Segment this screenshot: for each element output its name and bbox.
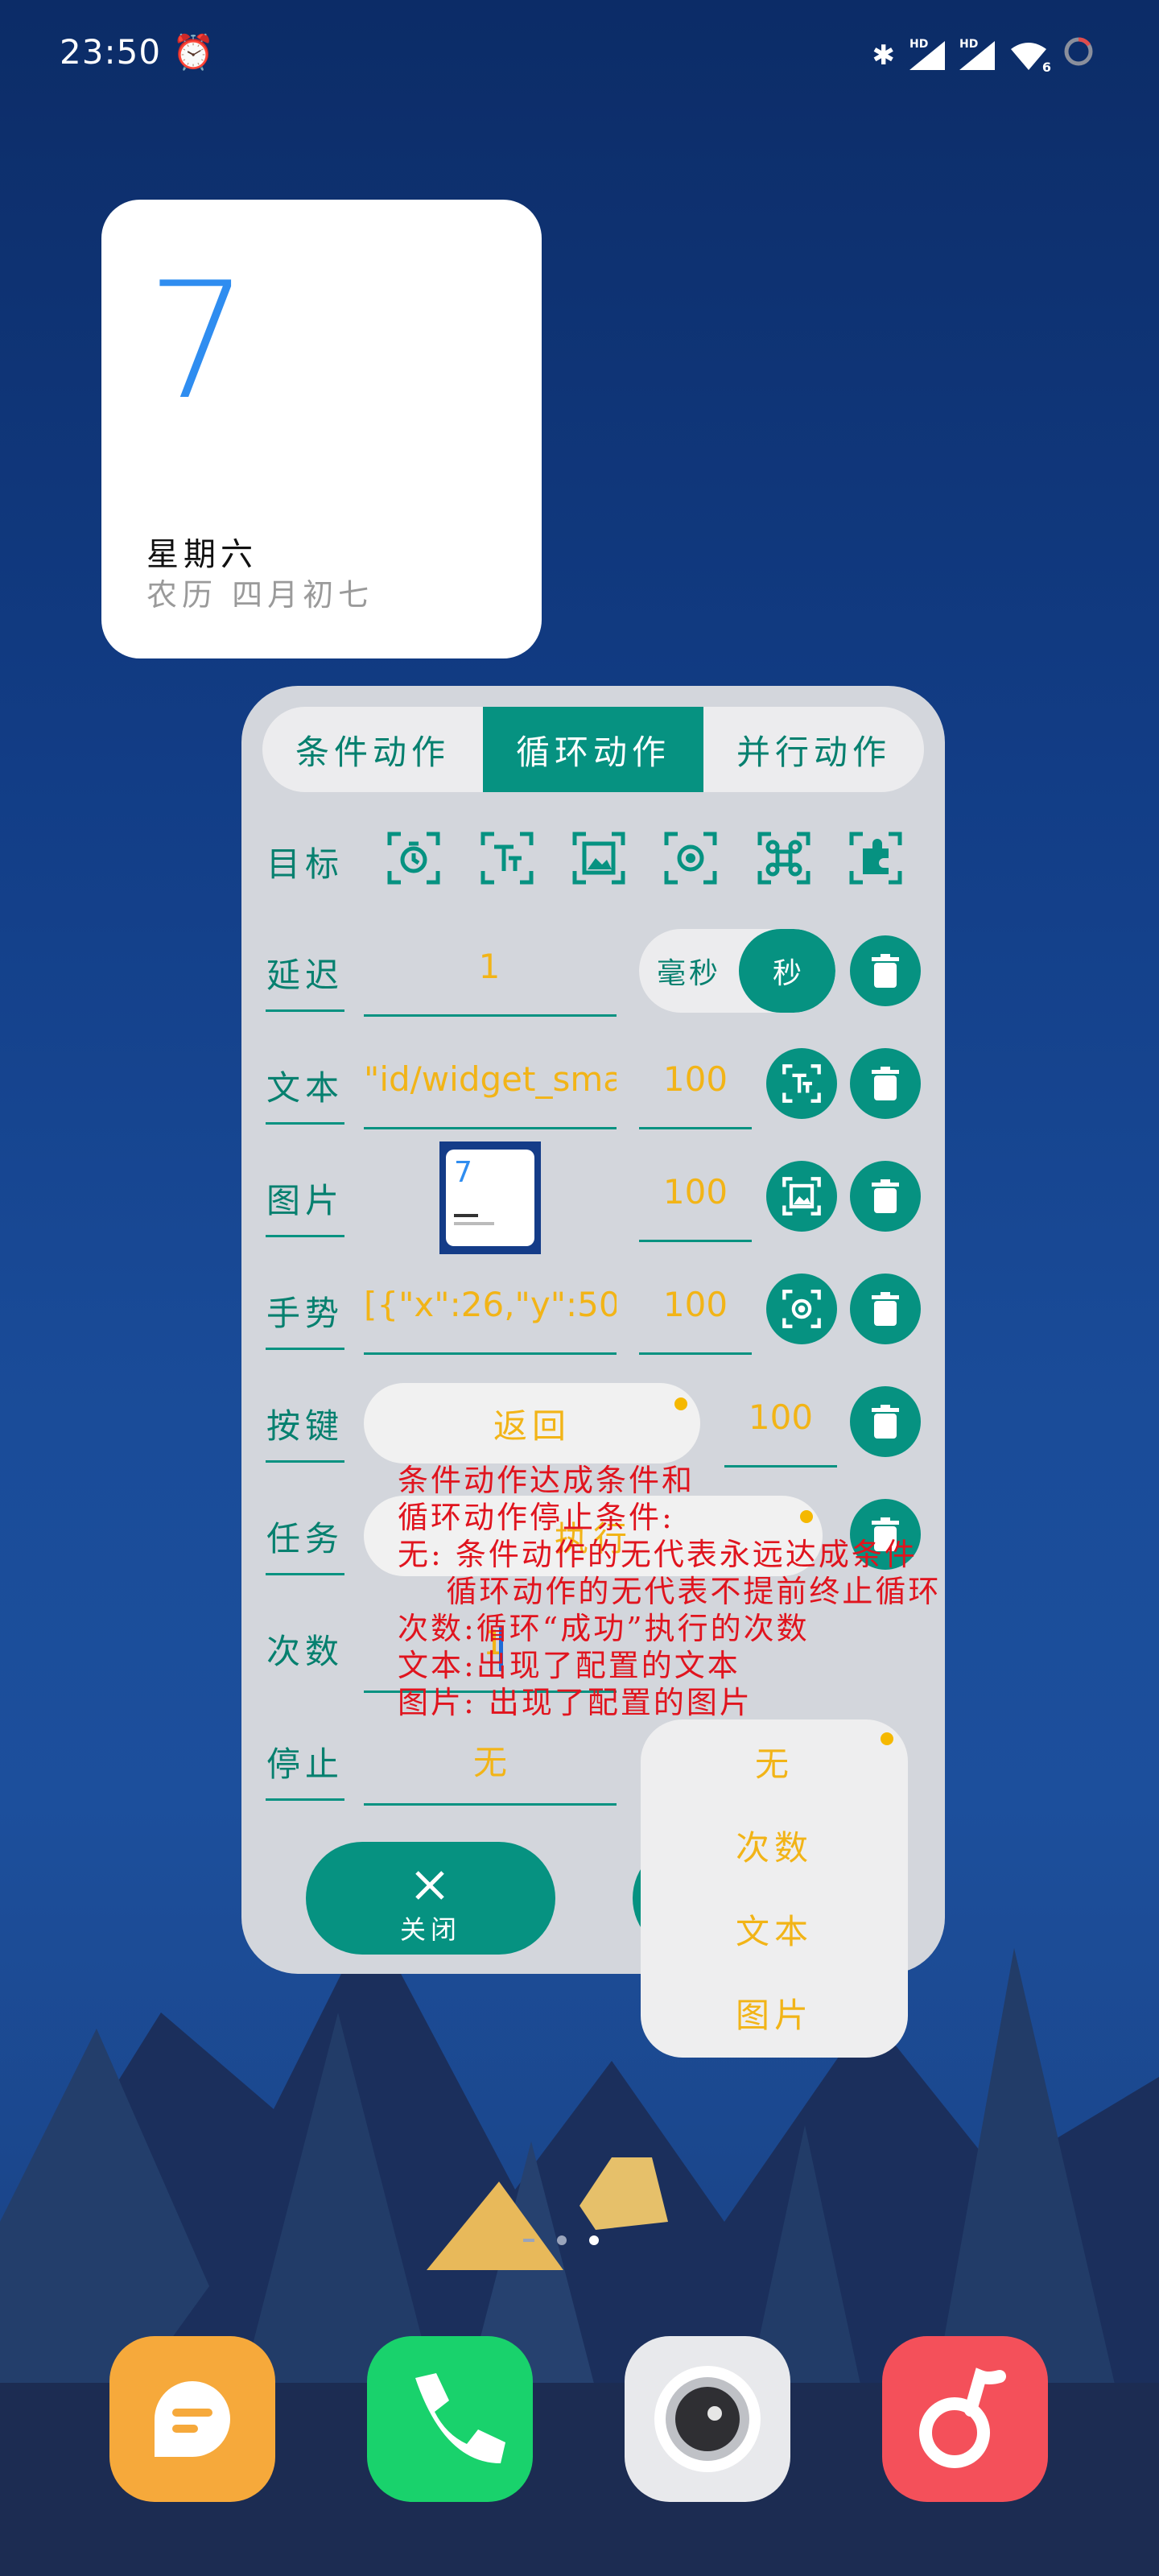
key-select-indicator: [674, 1397, 687, 1410]
dropdown-option-count[interactable]: 次数: [641, 1821, 908, 1870]
calendar-lunar: 农历 四月初七: [146, 577, 374, 613]
signal-icon-2: HD: [959, 38, 995, 70]
unit-ms-option[interactable]: 毫秒: [639, 929, 739, 1013]
trash-icon: [872, 1067, 899, 1100]
delay-delete-button[interactable]: [850, 935, 921, 1006]
tab-loop-action[interactable]: 循环动作: [483, 707, 703, 792]
key-select[interactable]: 返回: [364, 1383, 700, 1463]
phone-app-icon[interactable]: [367, 2336, 533, 2502]
image-capture-button[interactable]: [766, 1161, 837, 1232]
battery-icon: [1062, 35, 1095, 75]
trash-icon: [872, 954, 899, 988]
stop-dropdown: 无 次数 文本 图片: [641, 1719, 908, 2058]
target-label: 目标: [266, 844, 344, 884]
text-capture-button[interactable]: [766, 1048, 837, 1119]
status-time: 23:50 ⏰: [60, 32, 216, 72]
task-label: 任务: [266, 1519, 344, 1558]
text-input[interactable]: "id/widget_sma: [364, 1059, 617, 1099]
close-label: 关闭: [399, 1914, 461, 1945]
key-label: 按键: [266, 1406, 344, 1446]
stop-condition-help: 条件动作达成条件和 循环动作停止条件: 无: 条件动作的无代表永远达成条件 循环…: [398, 1463, 942, 1720]
tab-condition-action[interactable]: 条件动作: [262, 707, 483, 792]
calendar-weekday: 星期六: [146, 536, 258, 573]
signal-icon-1: HD: [909, 38, 945, 70]
delay-unit-toggle: 毫秒 秒: [639, 929, 835, 1013]
messages-app-icon[interactable]: [109, 2336, 275, 2502]
camera-app-icon[interactable]: [625, 2336, 790, 2502]
page-indicator: [523, 2235, 636, 2246]
thumb-day: 7: [454, 1156, 472, 1189]
image-thumbnail[interactable]: 7: [439, 1141, 541, 1254]
image-target-icon[interactable]: [570, 829, 628, 887]
trash-icon: [872, 1405, 899, 1439]
calendar-widget[interactable]: 7 星期六 农历 四月初七: [101, 200, 542, 658]
dropdown-option-none[interactable]: 无: [641, 1737, 908, 1786]
dropdown-option-image[interactable]: 图片: [641, 1988, 908, 2037]
stop-select[interactable]: 无: [364, 1736, 617, 1785]
tab-parallel-action[interactable]: 并行动作: [703, 707, 924, 792]
plugin-target-icon[interactable]: [847, 829, 905, 887]
text-delete-button[interactable]: [850, 1048, 921, 1119]
key-delete-button[interactable]: [850, 1386, 921, 1457]
timer-target-icon[interactable]: [385, 829, 443, 887]
image-label: 图片: [266, 1181, 344, 1220]
unit-s-option[interactable]: 秒: [739, 929, 835, 1013]
count-label: 次数: [266, 1632, 344, 1671]
image-scan-icon: [782, 1177, 821, 1216]
gesture-scan-icon: [782, 1290, 821, 1328]
gesture-target-icon[interactable]: [662, 829, 720, 887]
wifi-icon: 6: [1009, 41, 1051, 75]
stop-label: 停止: [266, 1744, 344, 1784]
delay-input[interactable]: 1: [364, 947, 615, 986]
close-icon: [415, 1871, 444, 1900]
calendar-day: 7: [146, 248, 250, 436]
gesture-label: 手势: [266, 1294, 344, 1333]
alarm-icon: ⏰: [172, 32, 216, 72]
image-similarity-input[interactable]: 100: [639, 1172, 752, 1212]
key-target-icon[interactable]: [755, 829, 813, 887]
close-button[interactable]: 关闭: [306, 1842, 555, 1955]
text-scan-icon: [782, 1064, 821, 1103]
gesture-similarity-input[interactable]: 100: [639, 1285, 752, 1324]
text-label: 文本: [266, 1068, 344, 1108]
bluetooth-icon: ✱: [872, 39, 896, 72]
dropdown-option-text[interactable]: 文本: [641, 1905, 908, 1954]
image-delete-button[interactable]: [850, 1161, 921, 1232]
music-app-icon[interactable]: [882, 2336, 1048, 2502]
gesture-capture-button[interactable]: [766, 1274, 837, 1344]
delay-label: 延迟: [266, 956, 344, 995]
trash-icon: [872, 1292, 899, 1326]
status-icons: ✱ HD HD 6: [872, 35, 1095, 75]
key-similarity-input[interactable]: 100: [724, 1397, 837, 1437]
action-tabs: 条件动作 循环动作 并行动作: [262, 707, 924, 792]
gesture-delete-button[interactable]: [850, 1274, 921, 1344]
text-similarity-input[interactable]: 100: [639, 1059, 752, 1099]
trash-icon: [872, 1179, 899, 1213]
gesture-input[interactable]: [{"x":26,"y":50},{: [364, 1285, 617, 1324]
text-target-icon[interactable]: [478, 829, 536, 887]
